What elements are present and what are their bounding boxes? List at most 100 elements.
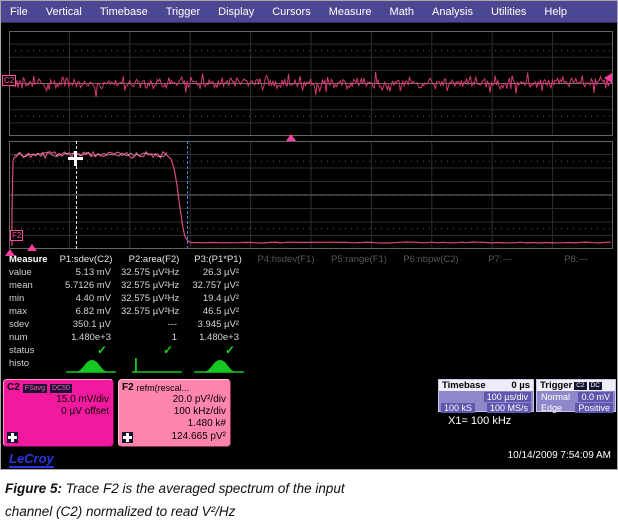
measure-cell-p2-num: 1 xyxy=(121,331,187,344)
status-check-icon-p6 xyxy=(395,344,467,357)
measure-cell-p8-max xyxy=(533,305,618,318)
c2-trace-label[interactable]: C2 xyxy=(2,75,16,86)
measure-table: MeasureP1:sdev(C2)P2:area(F2)P3:(P1*P1)P… xyxy=(1,253,618,377)
timebase-box[interactable]: Timebase 0 µs 100 µs/div 100 kS 100 MS/s xyxy=(438,379,534,412)
measure-cell-p6-min xyxy=(395,292,467,305)
measure-cell-p3-num: 1.480e+3 xyxy=(187,331,249,344)
measure-cell-p4-sdev xyxy=(249,318,323,331)
c2-coupling-badge: DC50 xyxy=(50,384,72,393)
measure-row-label-min: min xyxy=(1,292,51,305)
measure-cell-p8-value xyxy=(533,266,618,279)
menu-item-trigger[interactable]: Trigger xyxy=(166,6,200,18)
menu-item-help[interactable]: Help xyxy=(544,6,567,18)
trigger-box[interactable]: Trigger C2 DC Normal 0.0 mV Edge Positiv… xyxy=(536,379,616,412)
measure-cell-p5-sdev xyxy=(323,318,395,331)
measure-cell-p8-sdev xyxy=(533,318,618,331)
measure-cell-p7-mean xyxy=(467,279,533,292)
f2-descriptor-box[interactable]: F2 refm(rescal... 20.0 pV²/div 100 kHz/d… xyxy=(118,379,231,447)
measure-cell-p1-sdev: 350.1 µV xyxy=(51,318,121,331)
measure-row-label-num: num xyxy=(1,331,51,344)
measure-row-label-histo: histo xyxy=(1,357,51,377)
c2-offset: 0 µV offset xyxy=(4,406,113,418)
timestamp: 10/14/2009 7:54:09 AM xyxy=(508,450,611,461)
f2-waveform xyxy=(9,141,613,249)
measure-col-header-p4[interactable]: P4:hsdev(F1) xyxy=(249,253,323,266)
measure-cell-p8-mean xyxy=(533,279,618,292)
measure-cell-p1-num: 1.480e+3 xyxy=(51,331,121,344)
measure-cell-p6-max xyxy=(395,305,467,318)
c2-descriptor-box[interactable]: C2 FSavg DC50 15.0 mV/div 0 µV offset xyxy=(3,379,114,447)
menu-item-measure[interactable]: Measure xyxy=(329,6,372,18)
menu-item-math[interactable]: Math xyxy=(390,6,414,18)
menu-item-file[interactable]: File xyxy=(10,6,28,18)
measure-cell-p7-min xyxy=(467,292,533,305)
measure-cell-p7-max xyxy=(467,305,533,318)
c2-waveform xyxy=(9,31,613,136)
measure-row-label-value: value xyxy=(1,266,51,279)
measure-cell-p7-num xyxy=(467,331,533,344)
timebase-samples: 100 kS xyxy=(441,403,475,413)
x1-cursor-readout: X1= 100 kHz xyxy=(448,415,511,427)
c2-volts-per-div: 15.0 mV/div xyxy=(4,394,113,406)
menu-item-display[interactable]: Display xyxy=(218,6,254,18)
histogram-icon-p7 xyxy=(467,357,533,377)
measure-cell-p5-mean xyxy=(323,279,395,292)
status-check-icon-p7 xyxy=(467,344,533,357)
f2-cursor-readout: 124.665 pV² xyxy=(172,431,227,443)
c2-ground-marker[interactable] xyxy=(27,244,37,251)
measure-row-label-max: max xyxy=(1,305,51,318)
measure-col-header-p1[interactable]: P1:sdev(C2) xyxy=(51,253,121,266)
measure-cell-p2-mean: 32.575 µV²Hz xyxy=(121,279,187,292)
measure-cell-p8-min xyxy=(533,292,618,305)
trigger-source-badge: C2 xyxy=(574,382,586,390)
histogram-icon-p6 xyxy=(395,357,467,377)
timebase-rate: 100 MS/s xyxy=(487,403,531,413)
trigger-mode: Normal xyxy=(539,392,572,402)
move-cursor-icon[interactable] xyxy=(7,432,18,443)
f2-zero-marker[interactable] xyxy=(5,249,15,256)
timebase-scale: 100 µs/div xyxy=(484,392,531,402)
measure-cell-p5-min xyxy=(323,292,395,305)
status-check-icon-p3: ✓ xyxy=(187,344,249,357)
measure-cell-p3-mean: 32.757 µV² xyxy=(187,279,249,292)
status-check-icon-p2: ✓ xyxy=(121,344,187,357)
waveform-grid-f2[interactable] xyxy=(9,141,613,249)
figure-caption: Figure 5: Trace F2 is the averaged spect… xyxy=(5,477,610,523)
menu-item-vertical[interactable]: Vertical xyxy=(46,6,82,18)
c2-avg-badge: FSavg xyxy=(23,384,47,393)
measure-col-header-p2[interactable]: P2:area(F2) xyxy=(121,253,187,266)
waveform-grid-c2[interactable] xyxy=(9,31,613,136)
trigger-time-marker[interactable] xyxy=(286,134,296,141)
figure-caption-label: Figure 5: xyxy=(5,481,62,496)
measure-col-header-p6[interactable]: P6:nbpw(C2) xyxy=(395,253,467,266)
measure-cell-p5-value xyxy=(323,266,395,279)
menu-item-utilities[interactable]: Utilities xyxy=(491,6,526,18)
c2-box-label: C2 xyxy=(7,382,20,394)
menu-item-timebase[interactable]: Timebase xyxy=(100,6,148,18)
histogram-icon-p1 xyxy=(51,357,121,377)
histogram-icon-p2 xyxy=(121,357,187,377)
measure-col-header-p8[interactable]: P8:--- xyxy=(533,253,618,266)
measure-cell-p3-value: 26.3 µV² xyxy=(187,266,249,279)
measure-col-header-p3[interactable]: P3:(P1*P1) xyxy=(187,253,249,266)
trigger-level: 0.0 mV xyxy=(578,392,613,402)
measure-cell-p5-max xyxy=(323,305,395,318)
menu-item-cursors[interactable]: Cursors xyxy=(272,6,311,18)
menu-item-analysis[interactable]: Analysis xyxy=(432,6,473,18)
measure-cell-p3-max: 46.5 µV² xyxy=(187,305,249,318)
measure-col-header-p7[interactable]: P7:--- xyxy=(467,253,533,266)
status-check-icon-p4 xyxy=(249,344,323,357)
oscilloscope-screenshot: File Vertical Timebase Trigger Display Cursor… xyxy=(0,0,618,470)
f2-trace-label[interactable]: F2 xyxy=(10,230,23,241)
crosshair-cursor-icon[interactable] xyxy=(68,157,83,160)
status-check-icon-p5 xyxy=(323,344,395,357)
measure-cell-p6-num xyxy=(395,331,467,344)
trigger-slope: Positive xyxy=(575,403,613,413)
move-cursor-icon[interactable] xyxy=(122,432,133,443)
measure-col-header-p5[interactable]: P5:range(F1) xyxy=(323,253,395,266)
measure-cell-p2-max: 32.575 µV²Hz xyxy=(121,305,187,318)
menu-bar: File Vertical Timebase Trigger Display Cursor… xyxy=(1,1,617,23)
trigger-level-marker[interactable] xyxy=(604,73,612,83)
cursor-line-edge[interactable] xyxy=(187,141,188,249)
measure-cell-p7-sdev xyxy=(467,318,533,331)
